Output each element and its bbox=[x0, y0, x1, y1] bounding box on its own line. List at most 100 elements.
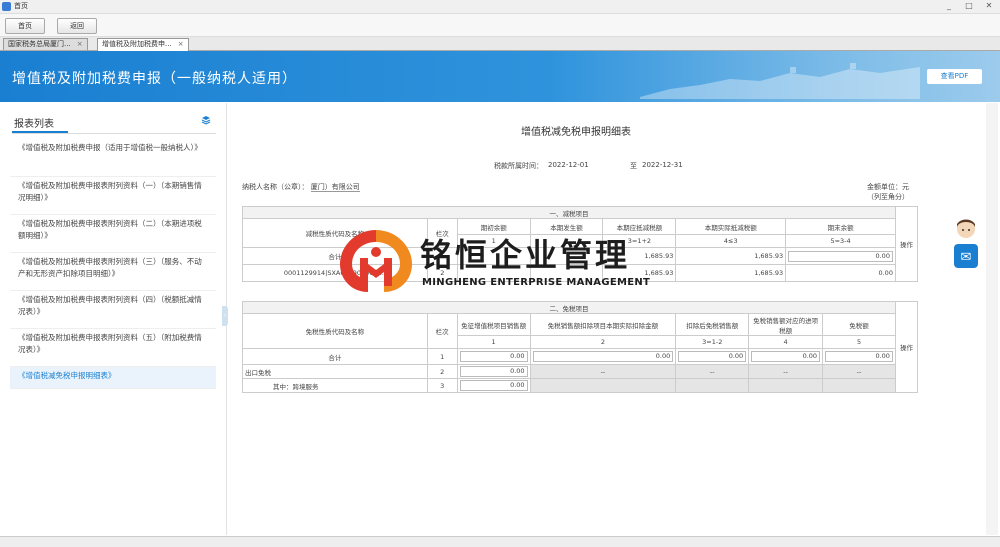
period-to-label: 至 bbox=[630, 162, 637, 170]
cell-actual-deducted: 1,685.93 bbox=[675, 247, 787, 265]
column-header: 免税额 bbox=[822, 313, 896, 336]
cell-exempt-tax[interactable]: 0.00 bbox=[822, 348, 896, 365]
row-line: 2 bbox=[426, 364, 458, 379]
row-name: 出口免税 bbox=[242, 364, 428, 379]
exemption-table: 二、免税项目 操作 免税性质代码及名称 栏次 免征增值税项目销售额 免税销售额扣… bbox=[242, 301, 919, 393]
page-banner: 增值税及附加税费申报（一般纳税人适用） 查看PDF bbox=[0, 51, 1000, 102]
input-field[interactable]: 0.00 bbox=[788, 250, 893, 262]
cell-deduction bbox=[529, 378, 677, 393]
period-from: 2022-12-01 bbox=[548, 161, 589, 169]
tab-vat-declaration[interactable]: 增值税及附加税费申... × bbox=[97, 38, 189, 51]
minimize-button[interactable]: _ bbox=[942, 0, 956, 12]
cell-actual-deducted[interactable]: 1,685.93 bbox=[675, 264, 787, 282]
section-title-reduction: 一、减税项目 bbox=[242, 206, 896, 219]
divider bbox=[12, 133, 216, 134]
cell-input-tax: -- bbox=[748, 364, 824, 379]
column-header: 免税性质代码及名称 bbox=[242, 313, 428, 349]
input-field[interactable]: 0.00 bbox=[825, 351, 893, 362]
page-title: 增值税及附加税费申报（一般纳税人适用） bbox=[12, 71, 297, 87]
great-wall-decoration bbox=[640, 63, 920, 99]
cell-exempt-sales[interactable]: 0.00 bbox=[456, 348, 531, 365]
toolbar: 首页 返回 bbox=[0, 14, 1000, 37]
tab-label: 国家税务总局厦门... bbox=[8, 40, 71, 48]
view-pdf-button[interactable]: 查看PDF bbox=[927, 69, 982, 84]
cell-exempt-tax: -- bbox=[822, 364, 896, 379]
input-field[interactable]: 0.00 bbox=[751, 351, 821, 362]
sidebar-item-schedule-2[interactable]: 《增值税及附加税费申报表附列资料（二）（本期进项税额明细）》 bbox=[10, 215, 216, 253]
input-field[interactable]: 0.00 bbox=[678, 351, 747, 362]
row-name: 其中：跨境服务 bbox=[242, 378, 428, 393]
taxpayer-name: 纳税人名称（公章）： 厦门）有限公司 bbox=[242, 182, 360, 192]
cell-closing-balance[interactable]: 0.00 bbox=[785, 247, 896, 265]
period-to: 2022-12-31 bbox=[642, 161, 683, 169]
assistant-avatar-icon[interactable]: ✉ bbox=[951, 218, 981, 276]
column-subheader: 4≤3 bbox=[675, 234, 787, 248]
amount-unit: 金额单位：元（列至角分） bbox=[867, 183, 909, 201]
tab-tax-bureau[interactable]: 国家税务总局厦门... × bbox=[3, 38, 88, 50]
sidebar-item-schedule-5[interactable]: 《增值税及附加税费申报表附列资料（五）（附加税费情况表）》 bbox=[10, 329, 216, 367]
column-header: 期末余额 bbox=[785, 218, 896, 235]
cell-net-exempt-sales: -- bbox=[675, 364, 750, 379]
cell-exempt-sales[interactable]: 0.00 bbox=[456, 364, 531, 379]
cell-deduction: -- bbox=[529, 364, 677, 379]
close-tab-icon[interactable]: × bbox=[77, 40, 83, 48]
period-from-label: 税款所属时间： bbox=[494, 162, 543, 170]
cell-deduction[interactable]: 0.00 bbox=[529, 348, 677, 365]
column-header: 本期实际抵减税额 bbox=[675, 218, 787, 235]
column-header: 免税销售额扣除项目本期实际扣除金额 bbox=[529, 313, 677, 336]
column-header-operation: 操作 bbox=[894, 301, 919, 393]
report-list-sidebar: 报表列表 《增值税及附加税费申报（适用于增值税一般纳税人）》 《增值税及附加税费… bbox=[4, 103, 227, 535]
cell-net-exempt-sales[interactable]: 0.00 bbox=[675, 348, 750, 365]
tab-bar: 国家税务总局厦门... × 增值税及附加税费申... × bbox=[0, 37, 1000, 51]
company-watermark: 铭恒企业管理 MINGHENG ENTERPRISE MANAGEMENT bbox=[338, 228, 668, 294]
close-tab-icon[interactable]: × bbox=[178, 40, 184, 48]
column-subheader: 5=3-4 bbox=[785, 234, 896, 248]
window-title: 首页 bbox=[14, 2, 28, 10]
horizontal-scrollbar[interactable] bbox=[0, 536, 1000, 547]
cell-exempt-sales[interactable]: 0.00 bbox=[456, 378, 531, 393]
cell-exempt-tax bbox=[822, 378, 896, 393]
sidebar-item-main-form[interactable]: 《增值税及附加税费申报（适用于增值税一般纳税人）》 bbox=[10, 139, 216, 177]
column-subheader: 2 bbox=[529, 335, 677, 349]
maximize-button[interactable]: □ bbox=[962, 0, 976, 12]
input-field[interactable]: 0.00 bbox=[459, 366, 528, 377]
svg-text:✉: ✉ bbox=[961, 250, 972, 265]
column-header: 免征增值税项目销售额 bbox=[456, 313, 531, 336]
close-window-button[interactable]: ✕ bbox=[982, 0, 996, 12]
row-line: 1 bbox=[426, 348, 458, 365]
sidebar-item-schedule-4[interactable]: 《增值税及附加税费申报表附列资料（四）（税额抵减情况表）》 bbox=[10, 291, 216, 329]
sidebar-item-schedule-3[interactable]: 《增值税及附加税费申报表附列资料（三）（服务、不动产和无形资产扣除项目明细）》 bbox=[10, 253, 216, 291]
column-header: 免税销售额对应的进项税额 bbox=[748, 313, 824, 336]
cell-input-tax bbox=[748, 378, 824, 393]
cell-net-exempt-sales bbox=[675, 378, 750, 393]
layers-icon[interactable] bbox=[201, 115, 211, 125]
column-subheader: 3=1-2 bbox=[675, 335, 750, 349]
column-header: 栏次 bbox=[426, 313, 458, 349]
table-row: 合计 1 0.00 0.00 0.00 0.00 0.00 bbox=[242, 348, 918, 365]
cell-closing-balance: 0.00 bbox=[785, 264, 896, 282]
column-subheader: 5 bbox=[822, 335, 896, 349]
table-row: 其中：跨境服务 3 0.00 bbox=[242, 378, 918, 393]
taxpayer-label: 纳税人名称（公章）： bbox=[242, 183, 309, 191]
taxpayer-value: 厦门）有限公司 bbox=[310, 183, 360, 192]
form-title: 增值税减免税申报明细表 bbox=[521, 127, 631, 138]
form-area: 增值税减免税申报明细表 税款所属时间： 2022-12-01 至 2022-12… bbox=[232, 103, 920, 535]
tab-label: 增值税及附加税费申... bbox=[102, 40, 172, 48]
input-field[interactable]: 0.00 bbox=[532, 351, 674, 362]
input-field[interactable]: 0.00 bbox=[459, 380, 528, 391]
input-field[interactable]: 0.00 bbox=[459, 351, 528, 362]
collapse-sidebar-handle[interactable]: ‹ bbox=[222, 306, 228, 326]
table-row: 出口免税 2 0.00 -- -- -- -- bbox=[242, 364, 918, 379]
back-button[interactable]: 返回 bbox=[57, 18, 97, 34]
sidebar-item-schedule-1[interactable]: 《增值税及附加税费申报表附列资料（一）（本期销售情况明细）》 bbox=[10, 177, 216, 215]
section-title-exemption: 二、免税项目 bbox=[242, 301, 896, 314]
home-button[interactable]: 首页 bbox=[5, 18, 45, 34]
watermark-english: MINGHENG ENTERPRISE MANAGEMENT bbox=[422, 277, 651, 288]
sidebar-item-exemption-detail[interactable]: 《增值税减免税申报明细表》 bbox=[10, 367, 216, 389]
column-subheader: 1 bbox=[456, 335, 531, 349]
watermark-chinese: 铭恒企业管理 bbox=[420, 236, 631, 274]
cell-input-tax[interactable]: 0.00 bbox=[748, 348, 824, 365]
row-line: 3 bbox=[426, 378, 458, 393]
app-icon bbox=[2, 2, 11, 11]
right-panel bbox=[986, 103, 998, 535]
